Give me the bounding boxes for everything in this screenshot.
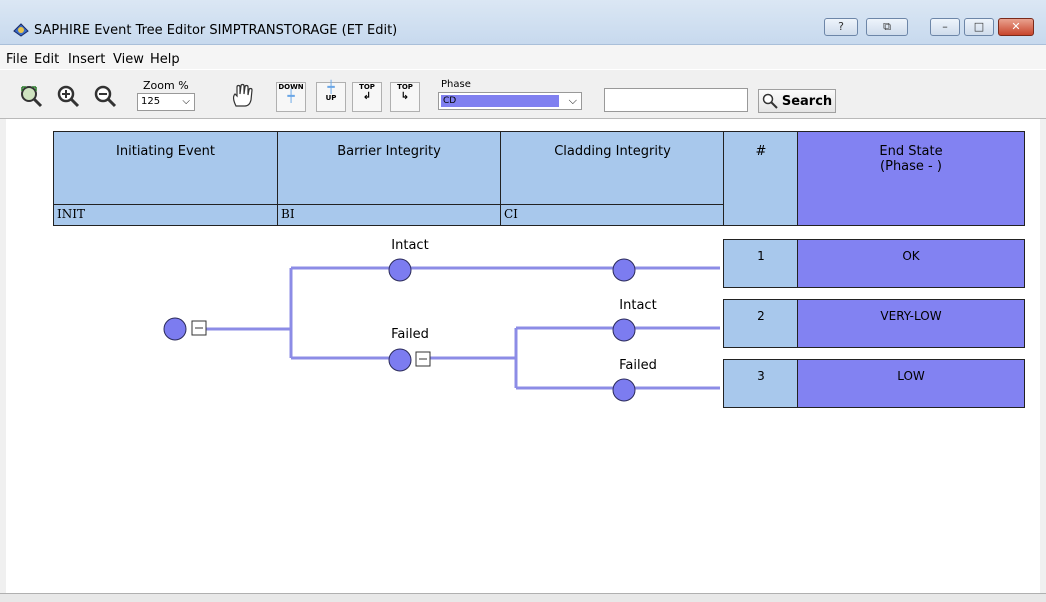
branch-label-bi-failed[interactable]: Failed bbox=[370, 327, 450, 342]
branch-label-bi-intact[interactable]: Intact bbox=[370, 238, 450, 253]
end-state-cell[interactable]: LOW bbox=[797, 359, 1025, 408]
branch-label-ci-intact[interactable]: Intact bbox=[598, 298, 678, 313]
branch-label-ci-failed[interactable]: Failed bbox=[598, 358, 678, 373]
sequence-number[interactable]: 1 bbox=[723, 239, 799, 288]
sequence-number[interactable]: 2 bbox=[723, 299, 799, 348]
ci-intact-node bbox=[612, 318, 636, 342]
bi-intact-node bbox=[388, 258, 412, 282]
end-state-cell[interactable]: VERY-LOW bbox=[797, 299, 1025, 348]
bi-failed-node bbox=[388, 348, 412, 372]
ci-failed-node bbox=[612, 378, 636, 402]
init-node bbox=[163, 317, 187, 341]
ci-pass-node bbox=[612, 258, 636, 282]
sequence-number[interactable]: 3 bbox=[723, 359, 799, 408]
end-state-cell[interactable]: OK bbox=[797, 239, 1025, 288]
